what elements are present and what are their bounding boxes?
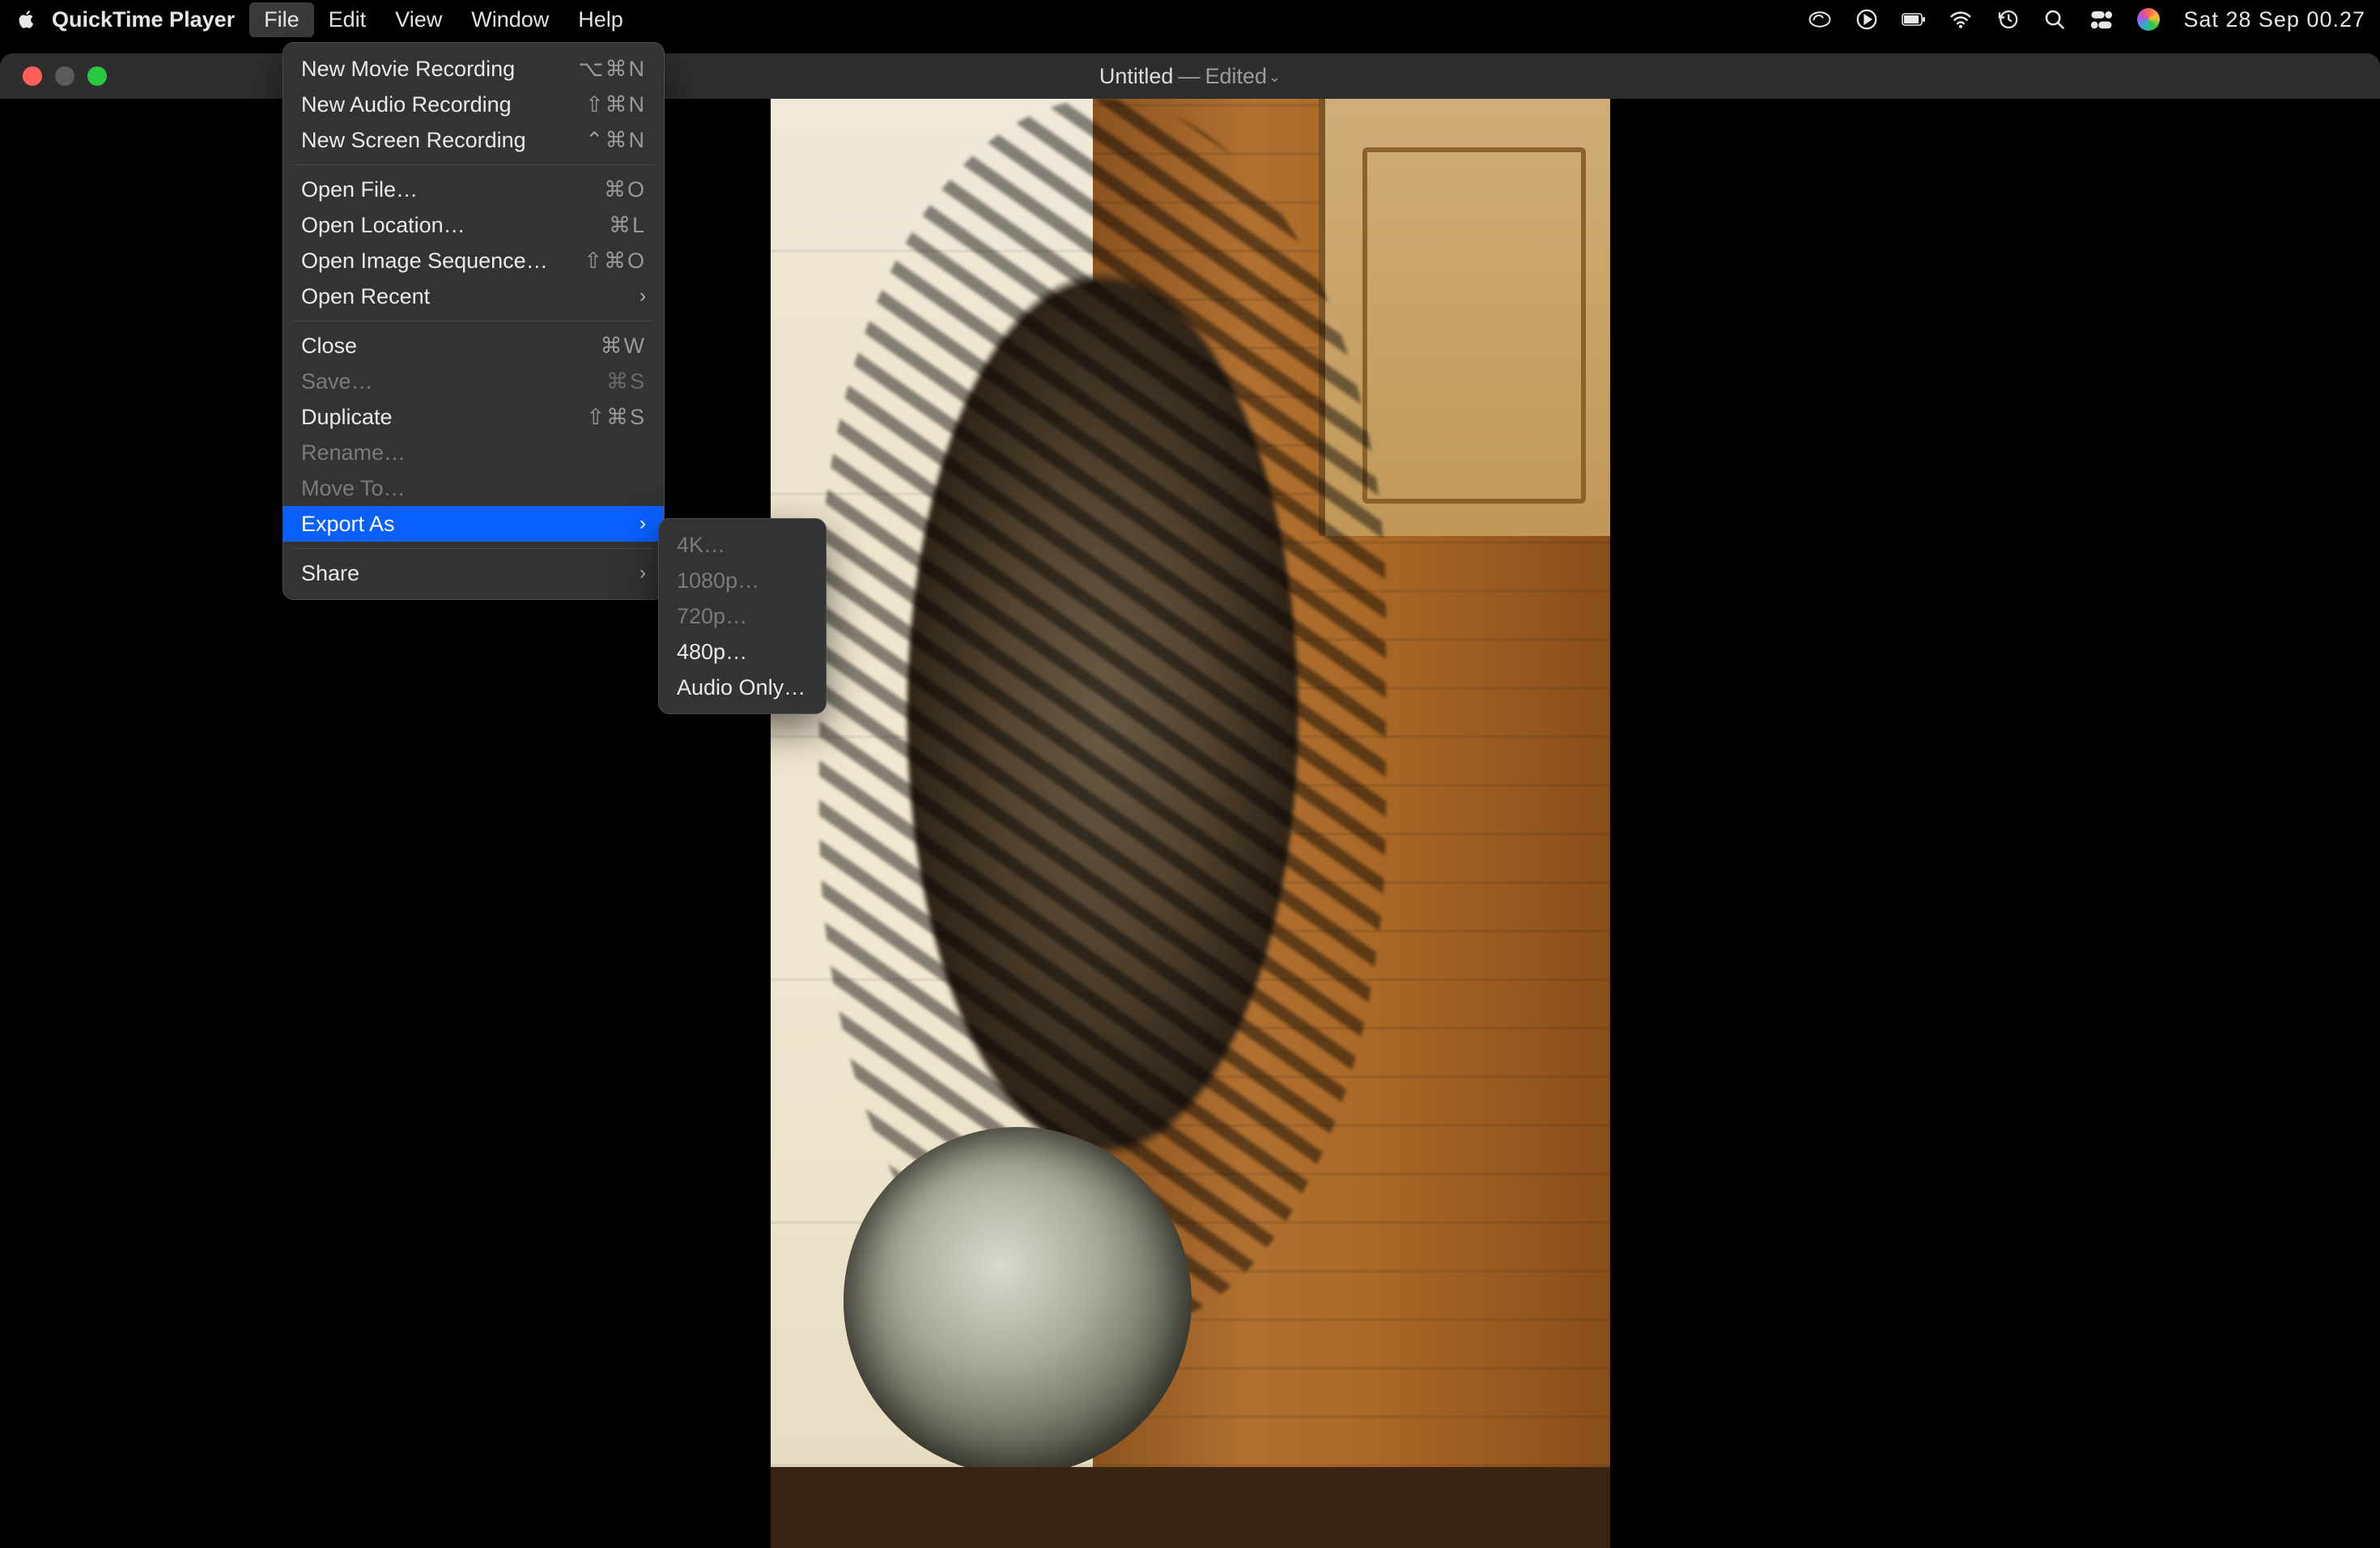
file-menu-item[interactable]: Open Recent › xyxy=(283,279,664,314)
menu-item-label: 720p… xyxy=(677,604,747,629)
file-menu-item[interactable]: New Audio Recording ⇧⌘N xyxy=(283,87,664,122)
menu-item-label: Share xyxy=(301,561,359,586)
siri-icon[interactable] xyxy=(2136,7,2161,32)
chevron-right-icon: › xyxy=(640,512,646,535)
chevron-down-icon: ⌄ xyxy=(1269,69,1281,86)
file-menu-item[interactable]: Open Image Sequence… ⇧⌘O xyxy=(283,243,664,279)
file-menu-item[interactable]: Duplicate ⇧⌘S xyxy=(283,399,664,435)
menu-item-label: New Screen Recording xyxy=(301,128,526,153)
menu-item-shortcut: ⌃⌘N xyxy=(585,128,646,153)
wifi-icon[interactable] xyxy=(1949,7,1973,32)
video-scene-ledge xyxy=(771,1467,1610,1548)
file-menu-item[interactable]: New Screen Recording ⌃⌘N xyxy=(283,122,664,158)
file-menu-item[interactable]: Export As › xyxy=(283,506,664,542)
control-center-icon[interactable] xyxy=(2089,7,2114,32)
traffic-lights xyxy=(0,66,107,86)
screen-record-icon[interactable] xyxy=(1855,7,1879,32)
menu-item-label: New Movie Recording xyxy=(301,57,515,82)
menu-item-shortcut: ⇧⌘O xyxy=(584,249,646,274)
menu-item-shortcut: ⌥⌘N xyxy=(578,57,646,82)
document-title: Untitled xyxy=(1099,64,1174,89)
video-scene-cat xyxy=(819,99,1386,1329)
video-frame xyxy=(771,99,1610,1548)
file-menu-dropdown: New Movie Recording ⌥⌘N New Audio Recordin… xyxy=(283,42,665,600)
file-menu-item[interactable]: Open File… ⌘O xyxy=(283,172,664,207)
menubar-item-file[interactable]: File xyxy=(249,2,314,37)
chevron-right-icon: › xyxy=(640,562,646,585)
file-menu-item[interactable]: New Movie Recording ⌥⌘N xyxy=(283,51,664,87)
menu-item-label: Save… xyxy=(301,369,373,394)
menu-item-label: Close xyxy=(301,334,357,359)
file-menu-item: Move To… xyxy=(283,470,664,506)
window-zoom-button[interactable] xyxy=(87,66,107,86)
video-scene-bowl xyxy=(844,1127,1192,1475)
menubar-item-edit[interactable]: Edit xyxy=(314,2,381,37)
menu-item-shortcut: ⌘W xyxy=(601,334,646,359)
window-title[interactable]: Untitled — Edited⌄ xyxy=(1099,64,1281,89)
app-name[interactable]: QuickTime Player xyxy=(52,7,235,32)
menu-item-label: Open Recent xyxy=(301,284,430,309)
file-menu-item[interactable]: Close ⌘W xyxy=(283,328,664,364)
apple-menu-icon[interactable] xyxy=(15,7,39,32)
menu-item-label: New Audio Recording xyxy=(301,92,512,117)
time-machine-icon[interactable] xyxy=(1995,7,2020,32)
menu-item-shortcut: ⌘L xyxy=(609,213,646,238)
export-menu-item: 4K… xyxy=(659,527,826,563)
menu-item-label: 480p… xyxy=(677,640,747,665)
export-menu-item: 1080p… xyxy=(659,563,826,598)
export-menu-item[interactable]: 480p… xyxy=(659,634,826,670)
menubar: QuickTime Player File Edit View Window H… xyxy=(0,0,2380,39)
file-menu-item: Save… ⌘S xyxy=(283,364,664,399)
chevron-right-icon: › xyxy=(640,285,646,308)
menu-item-label: Rename… xyxy=(301,440,406,466)
menu-item-shortcut: ⌘S xyxy=(606,369,646,394)
menu-item-label: 1080p… xyxy=(677,568,759,593)
creative-cloud-icon[interactable] xyxy=(1808,7,1832,32)
document-status[interactable]: Edited⌄ xyxy=(1205,64,1281,89)
menu-item-label: Audio Only… xyxy=(677,675,805,700)
menu-item-label: Move To… xyxy=(301,476,406,501)
menu-separator xyxy=(293,548,654,549)
export-menu-item[interactable]: Audio Only… xyxy=(659,670,826,705)
export-menu-item: 720p… xyxy=(659,598,826,634)
window-close-button[interactable] xyxy=(23,66,42,86)
file-menu-item[interactable]: Share › xyxy=(283,555,664,591)
title-separator: — xyxy=(1178,64,1200,89)
menubar-item-window[interactable]: Window xyxy=(457,2,563,37)
menu-item-label: 4K… xyxy=(677,533,725,558)
menubar-clock[interactable]: Sat 28 Sep 00.27 xyxy=(2183,7,2365,32)
menu-item-shortcut: ⌘O xyxy=(604,177,646,202)
file-menu-item: Rename… xyxy=(283,435,664,470)
menu-item-label: Duplicate xyxy=(301,405,393,430)
menu-item-shortcut: ⇧⌘S xyxy=(586,405,646,430)
export-as-submenu: 4K… 1080p… 720p… 480p… Audio Only… xyxy=(658,518,827,714)
menubar-right: Sat 28 Sep 00.27 xyxy=(1808,7,2365,32)
battery-icon[interactable] xyxy=(1902,7,1926,32)
menu-item-label: Open Location… xyxy=(301,213,465,238)
menubar-left: QuickTime Player File Edit View Window H… xyxy=(15,2,638,37)
menubar-item-view[interactable]: View xyxy=(380,2,457,37)
menu-item-label: Export As xyxy=(301,512,395,537)
window-minimize-button[interactable] xyxy=(55,66,74,86)
spotlight-icon[interactable] xyxy=(2042,7,2067,32)
menubar-item-help[interactable]: Help xyxy=(563,2,638,37)
file-menu-item[interactable]: Open Location… ⌘L xyxy=(283,207,664,243)
menu-item-label: Open File… xyxy=(301,177,418,202)
menu-item-shortcut: ⇧⌘N xyxy=(585,92,646,117)
menu-item-label: Open Image Sequence… xyxy=(301,249,548,274)
menu-separator xyxy=(293,164,654,165)
